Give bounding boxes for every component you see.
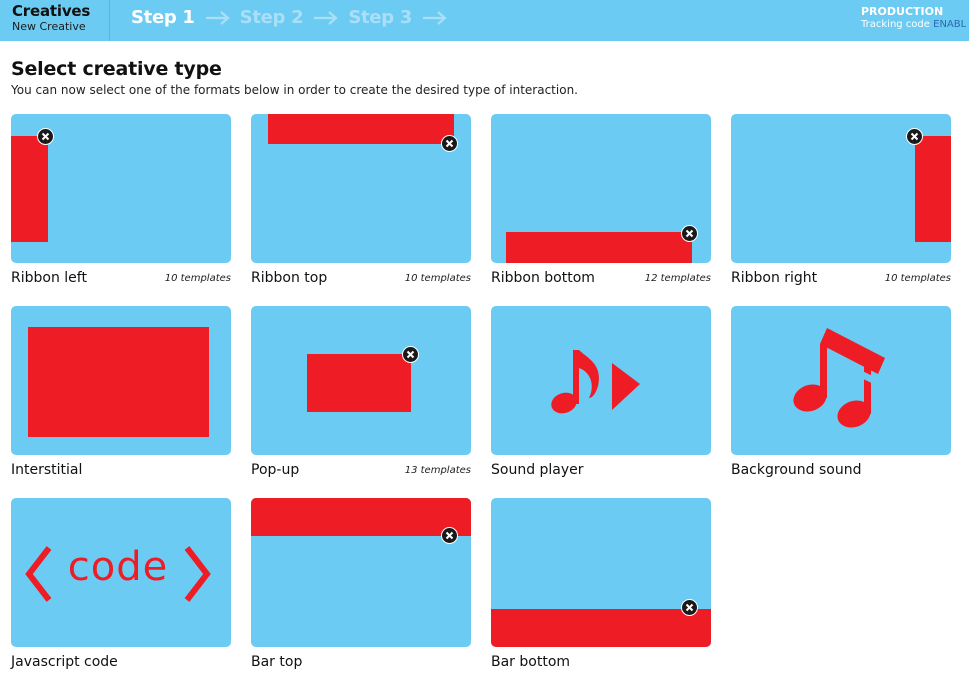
card-thumbnail	[251, 306, 471, 455]
creative-card-ribbon-left[interactable]: Ribbon left 10 templates	[11, 114, 231, 290]
wizard-steps: Step 1 Step 2 Step 3	[131, 5, 457, 31]
creative-card-interstitial[interactable]: Interstitial	[11, 306, 231, 482]
bar-shape	[251, 498, 471, 536]
arrow-right-icon	[313, 10, 339, 26]
code-text: code	[67, 544, 169, 590]
card-label: Ribbon top	[251, 270, 328, 286]
page-subtitle: You can now select one of the formats be…	[11, 83, 578, 97]
bar-shape	[491, 609, 711, 647]
template-count: 12 templates	[644, 273, 711, 284]
card-label: Pop-up	[251, 462, 300, 478]
step-2[interactable]: Step 2	[240, 5, 304, 31]
close-icon	[681, 599, 698, 616]
ribbon-shape	[915, 136, 951, 242]
card-thumbnail	[11, 114, 231, 263]
template-count: 13 templates	[404, 465, 471, 476]
card-label: Interstitial	[11, 462, 83, 478]
interstitial-shape	[28, 327, 209, 437]
card-label: Javascript code	[11, 654, 118, 670]
template-count: 10 templates	[164, 273, 231, 284]
card-label: Background sound	[731, 462, 862, 478]
close-icon	[441, 135, 458, 152]
card-label: Sound player	[491, 462, 584, 478]
creative-card-ribbon-bottom[interactable]: Ribbon bottom 12 templates	[491, 114, 711, 290]
popup-shape	[307, 354, 411, 412]
tracking-code-status: Tracking code ENABL	[861, 18, 966, 31]
close-icon	[402, 346, 419, 363]
card-label: Bar bottom	[491, 654, 571, 670]
step-1[interactable]: Step 1	[131, 5, 195, 31]
close-icon	[441, 527, 458, 544]
creative-card-pop-up[interactable]: Pop-up 13 templates	[251, 306, 471, 482]
page-title: Select creative type	[11, 58, 222, 80]
template-count: 10 templates	[884, 273, 951, 284]
creative-card-ribbon-right[interactable]: Ribbon right 10 templates	[731, 114, 951, 290]
close-icon	[906, 128, 923, 145]
arrow-right-icon	[205, 10, 231, 26]
step-3[interactable]: Step 3	[348, 5, 412, 31]
card-thumbnail: code	[11, 498, 231, 647]
card-label: Ribbon left	[11, 270, 87, 286]
card-thumbnail	[731, 306, 951, 455]
creative-card-background-sound[interactable]: Background sound	[731, 306, 951, 482]
close-icon	[37, 128, 54, 145]
card-thumbnail	[491, 114, 711, 263]
card-thumbnail	[491, 498, 711, 647]
environment-name: PRODUCTION	[861, 5, 944, 18]
ribbon-shape	[506, 232, 692, 263]
app-brand[interactable]: Creatives New Creative	[0, 0, 110, 41]
creative-card-sound-player[interactable]: Sound player	[491, 306, 711, 482]
ribbon-shape	[268, 114, 454, 144]
card-thumbnail	[251, 498, 471, 647]
creative-card-bar-bottom[interactable]: Bar bottom	[491, 498, 711, 674]
close-icon	[681, 225, 698, 242]
card-label: Ribbon right	[731, 270, 818, 286]
music-note-play-icon	[551, 350, 640, 414]
tracking-code-label: Tracking code	[861, 19, 930, 30]
top-bar: Creatives New Creative Step 1 Step 2 Ste…	[0, 0, 969, 41]
tracking-code-value: ENABL	[933, 19, 967, 30]
card-thumbnail	[251, 114, 471, 263]
card-thumbnail	[11, 306, 231, 455]
card-thumbnail	[491, 306, 711, 455]
card-thumbnail	[731, 114, 951, 263]
card-label: Ribbon bottom	[491, 270, 595, 286]
ribbon-shape	[11, 136, 48, 242]
app-subtitle: New Creative	[12, 20, 86, 33]
creative-card-bar-top[interactable]: Bar top	[251, 498, 471, 674]
creative-card-javascript-code[interactable]: code Javascript code	[11, 498, 231, 674]
template-count: 10 templates	[404, 273, 471, 284]
creative-card-ribbon-top[interactable]: Ribbon top 10 templates	[251, 114, 471, 290]
app-title: Creatives	[12, 2, 91, 20]
environment-status: PRODUCTION Tracking code ENABL	[861, 6, 966, 31]
card-label: Bar top	[251, 654, 303, 670]
arrow-right-icon	[422, 10, 448, 26]
double-music-note-icon	[793, 328, 885, 428]
